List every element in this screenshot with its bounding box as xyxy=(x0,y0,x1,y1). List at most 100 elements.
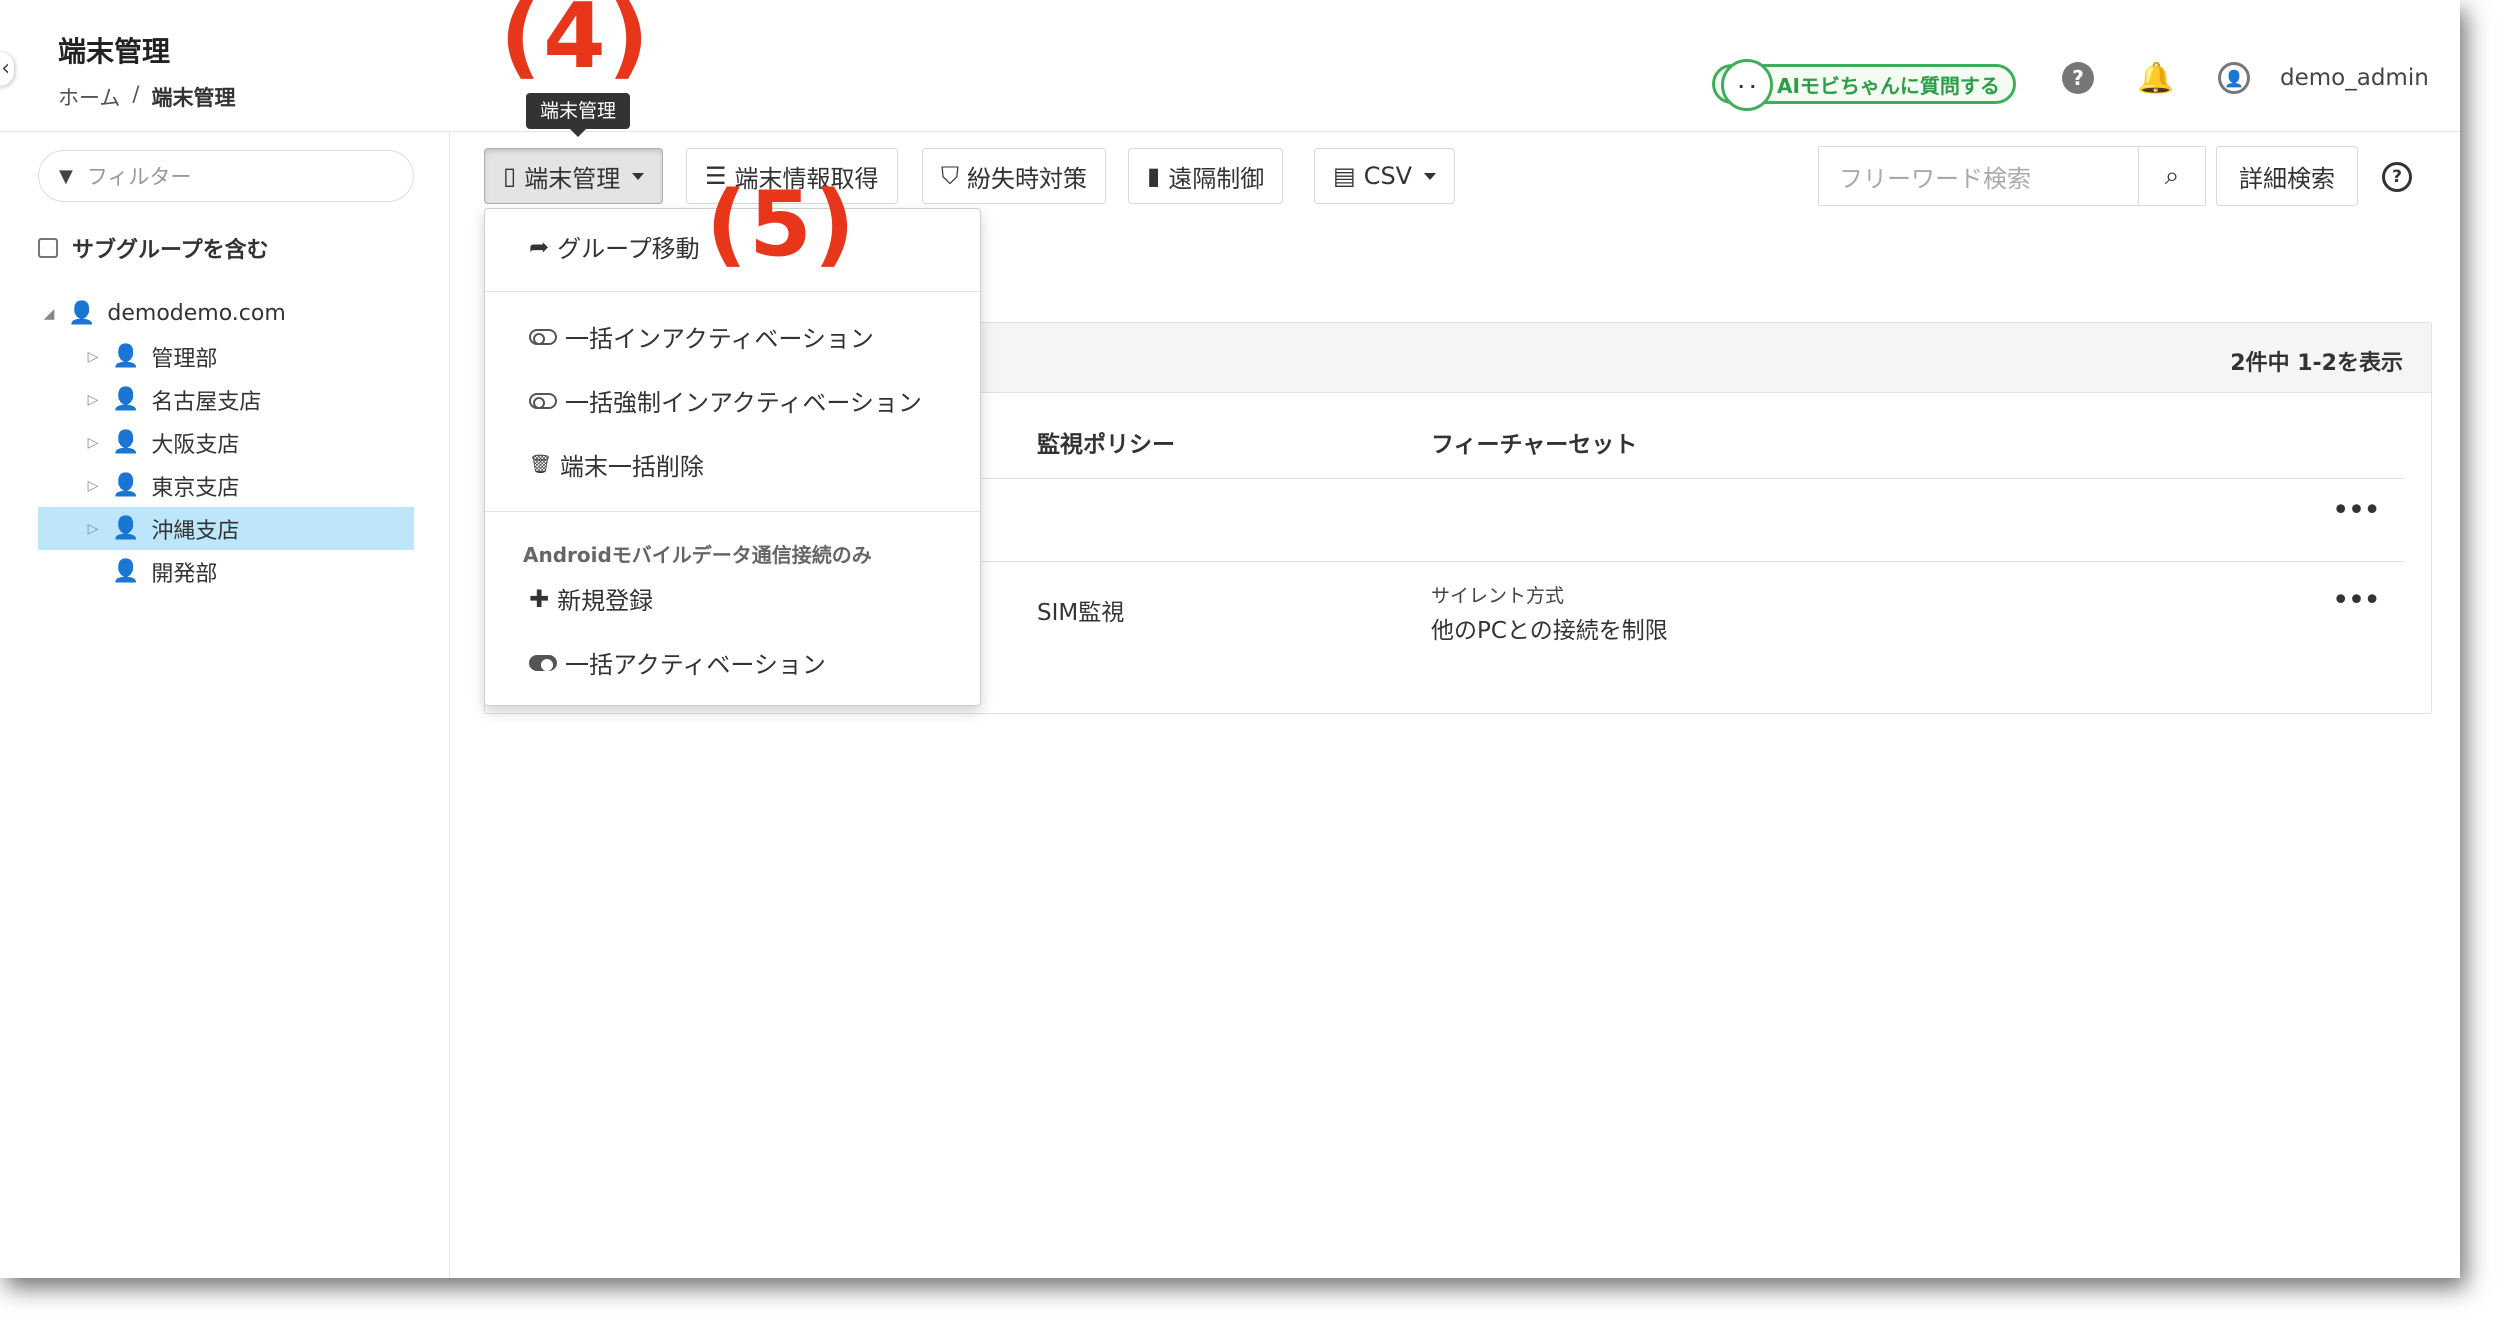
shield-icon: ⛉ xyxy=(941,162,959,190)
group-user-icon: 👤 xyxy=(112,430,140,455)
tree-toggle-icon[interactable]: ▷ xyxy=(82,478,104,494)
tree-item[interactable]: ◢ 👤 demodemo.com xyxy=(38,292,414,335)
loss-measures-button[interactable]: ⛉ 紛失時対策 xyxy=(922,148,1106,204)
callout-number-5: (5) xyxy=(706,172,857,277)
ai-assistant-label: AIモビちゃんに質問する xyxy=(1777,73,2000,98)
help-icon[interactable]: ? xyxy=(2062,62,2094,94)
search-button[interactable]: ⌕ xyxy=(2138,146,2206,206)
bell-icon[interactable]: 🔔 xyxy=(2137,61,2174,96)
detail-search-button[interactable]: 詳細検索 xyxy=(2216,146,2358,206)
search-icon: ⌕ xyxy=(2164,160,2180,191)
tree-item-label: demodemo.com xyxy=(107,301,286,326)
toggle-off-icon xyxy=(529,328,557,345)
tree-item-label: 管理部 xyxy=(151,346,218,372)
device-management-dropdown: ➦ グループ移動 一括インアクティベーション 一括強制インアクティベーション 🗑… xyxy=(484,208,981,706)
share-arrow-icon: ➦ xyxy=(529,232,550,261)
bulk-activate-label: 一括アクティベーション xyxy=(565,651,826,679)
callout-number-4: (4) xyxy=(500,0,651,89)
breadcrumb-current: 端末管理 xyxy=(151,86,236,110)
ai-assistant-button[interactable]: · · AIモビちゃんに質問する xyxy=(1712,59,2016,111)
remote-control-button[interactable]: ▮ 遠隔制御 xyxy=(1128,148,1284,204)
group-user-icon: 👤 xyxy=(68,301,96,326)
toggle-off-icon xyxy=(529,392,557,409)
remote-control-label: 遠隔制御 xyxy=(1168,164,1265,193)
cell-policy: SIM監視 xyxy=(1037,600,1125,626)
tree-item-label: 東京支店 xyxy=(151,475,240,501)
group-tree: ◢ 👤 demodemo.com ▷ 👤 管理部 ▷ 👤 名古屋支店 ▷ 👤 大阪支店 ▷ 👤 東京支店 ▷ 👤… xyxy=(38,292,414,593)
device-management-label: 端末管理 xyxy=(524,164,621,193)
filter-input[interactable]: ▼ フィルター xyxy=(38,150,414,202)
csv-file-icon: ▤ xyxy=(1333,162,1356,190)
plus-icon: ✚ xyxy=(529,584,550,613)
menu-item-new-register[interactable]: ✚ 新規登録 xyxy=(529,581,653,616)
tree-toggle-icon[interactable]: ▷ xyxy=(82,392,104,408)
android-section-header: Androidモバイルデータ通信接続のみ xyxy=(523,543,872,567)
device-management-tooltip: 端末管理 xyxy=(526,93,631,137)
menu-item-bulk-activate[interactable]: 一括アクティベーション xyxy=(529,645,826,680)
breadcrumb-separator: / xyxy=(132,82,140,106)
sidebar: ▼ フィルター サブグループを含む ◢ 👤 demodemo.com ▷ 👤 管理部 ▷ 👤 名… xyxy=(0,132,450,1278)
search-placeholder: フリーワード検索 xyxy=(1839,164,2031,193)
include-subgroups-option[interactable]: サブグループを含む xyxy=(38,232,269,264)
tree-item[interactable]: 👤 開発部 xyxy=(38,550,414,593)
bulk-inactivate-label: 一括インアクティベーション xyxy=(565,325,874,353)
result-count: 2件中 1-2を表示 xyxy=(2230,351,2403,376)
caret-down-icon xyxy=(632,172,645,180)
tree-item[interactable]: ▷ 👤 東京支店 xyxy=(38,464,414,507)
group-user-icon: 👤 xyxy=(112,473,140,498)
csv-button[interactable]: ▤ CSV xyxy=(1314,148,1456,204)
trash-icon: 🗑 xyxy=(529,454,552,475)
column-header-policy[interactable]: 監視ポリシー xyxy=(1037,425,1175,459)
group-user-icon: 👤 xyxy=(112,559,140,584)
username[interactable]: demo_admin xyxy=(2280,65,2429,91)
menu-item-bulk-force-inactivate[interactable]: 一括強制インアクティベーション xyxy=(529,383,922,418)
tree-item-label: 沖縄支店 xyxy=(151,518,240,544)
help-circle-icon[interactable]: ? xyxy=(2382,162,2412,192)
menu-divider xyxy=(485,291,980,292)
device-icon: ▯ xyxy=(503,162,517,190)
column-header-featureset[interactable]: フィーチャーセット xyxy=(1431,425,1637,459)
tree-toggle-icon[interactable]: ▷ xyxy=(82,435,104,451)
tree-item[interactable]: ▷ 👤 名古屋支店 xyxy=(38,378,414,421)
menu-item-group-move[interactable]: ➦ グループ移動 xyxy=(529,229,700,264)
group-user-icon: 👤 xyxy=(112,516,140,541)
breadcrumb-home[interactable]: ホーム xyxy=(58,82,120,112)
menu-item-bulk-inactivate[interactable]: 一括インアクティベーション xyxy=(529,319,874,354)
tree-item[interactable]: ▷ 👤 管理部 xyxy=(38,335,414,378)
cell-featureset-mode: サイレント方式 xyxy=(1431,585,1565,607)
cell-featureset-detail: 他のPCとの接続を制限 xyxy=(1431,618,1668,644)
page-title: 端末管理 xyxy=(58,35,171,68)
group-move-label: グループ移動 xyxy=(557,235,700,263)
bulk-force-inactivate-label: 一括強制インアクティベーション xyxy=(565,389,922,417)
free-word-search-input[interactable]: フリーワード検索 xyxy=(1818,146,2138,206)
user-avatar-icon[interactable]: 👤 xyxy=(2218,62,2250,94)
group-user-icon: 👤 xyxy=(112,387,140,412)
csv-label: CSV xyxy=(1363,162,1413,190)
toggle-on-icon xyxy=(529,654,557,671)
tree-toggle-icon[interactable]: ▷ xyxy=(82,349,104,365)
tree-item[interactable]: ▷ 👤 沖縄支店 xyxy=(38,507,414,550)
new-register-label: 新規登録 xyxy=(557,587,654,615)
tree-item-label: 開発部 xyxy=(151,561,218,587)
include-subgroups-checkbox[interactable] xyxy=(38,238,58,258)
device-management-button[interactable]: ▯ 端末管理 xyxy=(484,148,664,204)
breadcrumb: ホーム / 端末管理 xyxy=(58,82,235,112)
tree-item-label: 大阪支店 xyxy=(151,432,240,458)
menu-divider xyxy=(485,511,980,512)
app-window: ‹ 端末管理 ホーム / 端末管理 · · AIモビちゃんに質問する ? 🔔 👤… xyxy=(0,0,2460,1278)
filter-icon: ▼ xyxy=(59,165,73,187)
menu-item-bulk-delete[interactable]: 🗑 端末一括削除 xyxy=(529,447,704,482)
page-header: 端末管理 ホーム / 端末管理 · · AIモビちゃんに質問する ? 🔔 👤 d… xyxy=(0,0,2460,132)
tree-toggle-icon[interactable]: ◢ xyxy=(38,306,60,322)
loss-measures-label: 紛失時対策 xyxy=(967,164,1087,193)
filter-placeholder: フィルター xyxy=(86,165,192,189)
include-subgroups-label: サブグループを含む xyxy=(72,238,269,263)
tree-toggle-icon[interactable]: ▷ xyxy=(82,521,104,537)
row-menu-icon[interactable]: ••• xyxy=(2332,583,2381,618)
group-user-icon: 👤 xyxy=(112,344,140,369)
ai-mascot-icon: · · xyxy=(1721,59,1773,111)
tree-item[interactable]: ▷ 👤 大阪支店 xyxy=(38,421,414,464)
row-menu-icon[interactable]: ••• xyxy=(2332,493,2381,528)
bulk-delete-label: 端末一括削除 xyxy=(559,453,704,481)
mobile-icon: ▮ xyxy=(1147,162,1161,190)
